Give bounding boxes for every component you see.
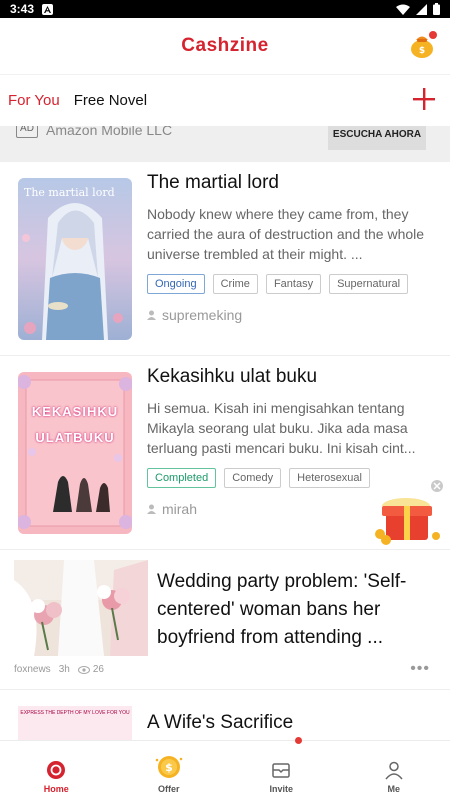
signal-icon xyxy=(416,3,427,15)
tab-free-novel[interactable]: Free Novel xyxy=(74,92,147,109)
coin-icon: $ xyxy=(155,756,183,778)
author-name: supremeking xyxy=(162,307,243,323)
ad-advertiser: Amazon Mobile LLC xyxy=(46,126,173,138)
novel-author: supremeking xyxy=(147,307,242,323)
novel-cover-title: The martial lord xyxy=(24,186,115,199)
status-badge: Completed xyxy=(147,468,217,488)
novel-title[interactable]: Kekasihku ulat buku xyxy=(147,366,317,388)
novel-cover[interactable]: The martial lord xyxy=(18,178,132,340)
news-meta: foxnews 3h 26 xyxy=(14,664,104,675)
notification-a-icon xyxy=(42,3,54,15)
app-title: Cashzine xyxy=(181,35,269,56)
bottom-nav: Home $ Offer Invite Me xyxy=(0,737,450,800)
gift-float-widget[interactable] xyxy=(374,478,446,548)
novel-cover[interactable]: EXPRESS THE DEPTH OF MY LOVE FOR YOU xyxy=(18,706,132,740)
nav-offer[interactable]: $ Offer xyxy=(113,741,226,800)
tab-for-you[interactable]: For You xyxy=(8,92,60,109)
novel-title[interactable]: The martial lord xyxy=(147,172,279,194)
genre-tag: Heterosexual xyxy=(289,468,370,488)
svg-text:$: $ xyxy=(165,761,173,774)
home-icon xyxy=(47,761,66,779)
more-options-icon[interactable]: ••• xyxy=(410,660,430,678)
genre-tag: Supernatural xyxy=(329,274,409,294)
genre-tag: Comedy xyxy=(224,468,282,488)
app-header: Cashzine $ xyxy=(0,18,450,74)
coin-bag-icon[interactable]: $ xyxy=(408,30,438,60)
novel-title[interactable]: A Wife's Sacrifice xyxy=(147,712,293,734)
person-icon xyxy=(147,504,156,514)
nav-me[interactable]: Me xyxy=(338,741,450,800)
news-views: 26 xyxy=(92,664,104,675)
add-tab-icon[interactable] xyxy=(412,87,436,111)
person-icon xyxy=(147,310,156,320)
novel-author: mirah xyxy=(147,501,197,517)
battery-icon xyxy=(433,3,440,15)
news-image[interactable] xyxy=(14,560,148,656)
novel-cover-title-2: ULATBUKU xyxy=(35,430,115,445)
novel-description: Hi semua. Kisah ini mengisahkan tentang … xyxy=(147,400,416,456)
news-source: foxnews xyxy=(14,664,51,675)
nav-invite-label: Invite xyxy=(269,784,293,794)
novel-card[interactable]: EXPRESS THE DEPTH OF MY LOVE FOR YOU A W… xyxy=(0,690,450,740)
ad-banner[interactable]: AD Amazon Mobile LLC ESCUCHA AHORA xyxy=(0,126,450,162)
novel-tags: Completed Comedy Heterosexual xyxy=(147,468,370,488)
status-bar: 3:43 xyxy=(0,0,450,18)
news-age: 3h xyxy=(58,664,70,675)
svg-text:$: $ xyxy=(419,46,425,56)
novel-cover-title-1: KEKASIHKU xyxy=(31,404,119,419)
nav-offer-label: Offer xyxy=(157,784,180,794)
novel-description: Nobody knew where they came from, they c… xyxy=(147,206,425,262)
mail-icon xyxy=(272,763,290,778)
novel-cover-caption: EXPRESS THE DEPTH OF MY LOVE FOR YOU xyxy=(20,710,130,716)
author-name: mirah xyxy=(162,501,198,517)
ad-badge: AD xyxy=(16,126,38,138)
status-badge: Ongoing xyxy=(147,274,205,294)
status-time: 3:43 xyxy=(10,2,35,16)
nav-home[interactable]: Home xyxy=(0,741,113,800)
novel-tags: Ongoing Crime Fantasy Supernatural xyxy=(147,274,409,294)
ad-cta-button[interactable]: ESCUCHA AHORA xyxy=(328,126,426,150)
tab-bar: For You Free Novel xyxy=(0,74,450,126)
news-title[interactable]: Wedding party problem: 'Self-centered' w… xyxy=(157,568,433,652)
genre-tag: Crime xyxy=(212,274,258,294)
nav-me-label: Me xyxy=(387,784,400,794)
eye-icon xyxy=(77,665,90,674)
novel-card[interactable]: The martial lord The martial lord Nobody… xyxy=(0,162,450,356)
nav-invite[interactable]: Invite xyxy=(225,737,338,800)
genre-tag: Fantasy xyxy=(265,274,322,294)
nav-home-label: Home xyxy=(43,784,69,794)
wifi-icon xyxy=(396,4,410,15)
news-card[interactable]: Wedding party problem: 'Self-centered' w… xyxy=(0,550,450,690)
notification-dot xyxy=(295,737,302,744)
person-icon xyxy=(385,761,403,780)
novel-cover[interactable]: KEKASIHKU ULATBUKU xyxy=(18,372,132,534)
